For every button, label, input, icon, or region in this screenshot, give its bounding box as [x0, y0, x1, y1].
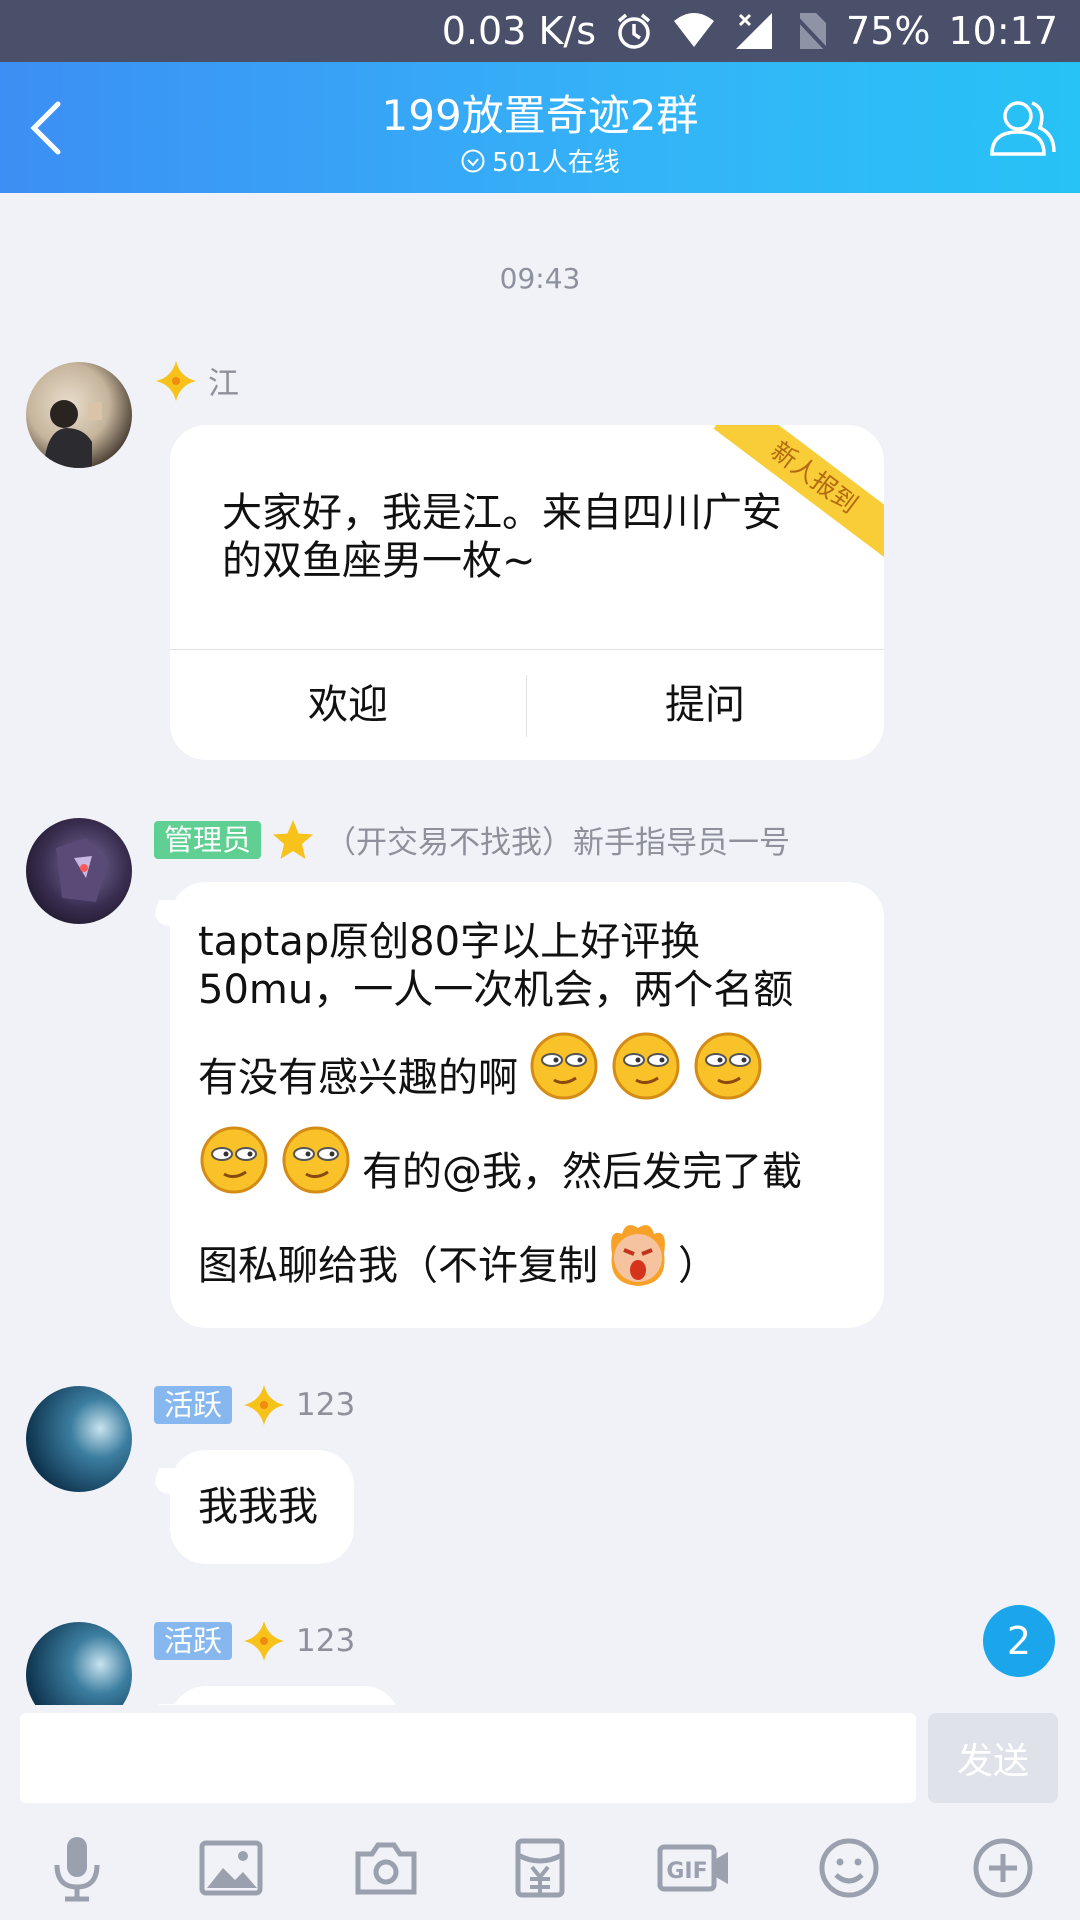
smug-emoji-icon — [282, 1126, 350, 1194]
time-separator: 09:43 — [499, 262, 581, 295]
group-title: 199放置奇迹2群 — [381, 91, 699, 140]
message-meta: 活跃 123 — [154, 1383, 355, 1427]
star-badge-icon — [244, 1385, 285, 1425]
message-meta: 活跃 123 — [154, 1619, 355, 1663]
image-icon — [199, 1840, 263, 1895]
members-icon — [990, 101, 1056, 156]
welcome-button[interactable]: 欢迎 — [170, 650, 526, 760]
card-text: 大家好，我是江。来自四川广安的双鱼座男一枚~ — [222, 490, 782, 584]
voice-button[interactable] — [32, 1823, 122, 1913]
message-line: 有的@我，然后发完了截 — [198, 1124, 868, 1196]
alarm-icon — [617, 13, 651, 49]
smug-emoji-icon — [200, 1126, 268, 1194]
red-packet-icon — [515, 1838, 565, 1897]
message-bubble[interactable] — [170, 1686, 400, 1705]
sender-name: 123 — [296, 1623, 356, 1659]
message-meta: 管理员 （开交易不找我）新手指导员一号 — [154, 817, 790, 862]
wifi-icon — [674, 13, 715, 47]
online-status: 501人在线 — [0, 142, 1080, 179]
active-tag: 活跃 — [154, 1386, 233, 1424]
message-text: 我我我 — [198, 1484, 318, 1530]
input-toolbar: GIF — [0, 1815, 1080, 1920]
star-icon — [273, 819, 314, 859]
active-tag: 活跃 — [154, 1622, 233, 1660]
avatar[interactable] — [26, 1386, 132, 1492]
message-text: 有的@我，然后发完了截 — [362, 1149, 802, 1195]
svg-text:GIF: GIF — [667, 1859, 708, 1884]
character-avatar — [56, 838, 108, 902]
no-sim-icon — [792, 13, 828, 51]
battery-level: 75% — [846, 9, 931, 53]
message-text: taptap原创80字以上好评换50mu，一人一次机会，两个名额 — [198, 919, 794, 1013]
emoji-button[interactable] — [804, 1823, 894, 1913]
plus-icon — [973, 1838, 1033, 1897]
network-speed: 0.03 K/s — [441, 9, 597, 53]
status-bar: 0.03 K/s 75% 10:17 — [0, 0, 1080, 62]
online-check-icon — [461, 149, 485, 172]
message-bubble[interactable]: 我我我 — [170, 1450, 354, 1564]
red-packet-button[interactable] — [495, 1823, 585, 1913]
online-count: 501人在线 — [492, 148, 620, 178]
input-bar: 发送 — [0, 1705, 1080, 1815]
message-text: ） — [678, 1243, 718, 1289]
signal-icon — [736, 13, 773, 49]
message-text: 图私聊给我（不许复制 — [198, 1243, 598, 1289]
star-badge-icon — [156, 360, 196, 401]
message-meta: 江 — [154, 358, 239, 403]
star-badge-icon — [244, 1621, 285, 1661]
camera-icon — [355, 1842, 417, 1894]
message-line: 图私聊给我（不许复制 ） — [198, 1218, 868, 1290]
chat-header: 199放置奇迹2群 501人在线 — [0, 62, 1080, 193]
smug-emoji-icon — [612, 1032, 680, 1100]
camera-button[interactable] — [341, 1823, 431, 1913]
angry-emoji-icon — [611, 1225, 665, 1286]
person-photo — [44, 400, 102, 468]
more-button[interactable] — [958, 1823, 1048, 1913]
message-input[interactable] — [20, 1713, 916, 1803]
message-text: 有没有感兴趣的啊 — [198, 1055, 518, 1101]
group-members-button[interactable] — [988, 94, 1058, 164]
avatar[interactable] — [26, 1622, 132, 1705]
avatar[interactable] — [26, 362, 132, 468]
clock: 10:17 — [948, 9, 1058, 53]
question-button[interactable]: 提问 — [527, 650, 883, 760]
microphone-icon — [54, 1836, 100, 1901]
smug-emoji-icon — [694, 1032, 762, 1100]
emoji-icon — [819, 1838, 879, 1897]
smug-emoji-icon — [530, 1032, 598, 1100]
sender-name: 江 — [208, 366, 239, 402]
unread-count-badge[interactable]: 2 — [983, 1605, 1055, 1677]
image-button[interactable] — [186, 1823, 276, 1913]
avatar[interactable] — [26, 818, 132, 924]
admin-tag: 管理员 — [154, 820, 262, 859]
sender-name: （开交易不找我）新手指导员一号 — [325, 825, 791, 861]
new-member-card: 新人报到 大家好，我是江。来自四川广安的双鱼座男一枚~ 欢迎 提问 — [170, 425, 884, 760]
sender-name: 123 — [296, 1387, 356, 1423]
gif-icon: GIF — [657, 1844, 729, 1891]
message-bubble[interactable]: taptap原创80字以上好评换50mu，一人一次机会，两个名额 有没有感兴趣的… — [170, 882, 884, 1328]
message-partial: 活跃 123 — [0, 1600, 1080, 1705]
gif-button[interactable]: GIF — [649, 1823, 739, 1913]
send-button[interactable]: 发送 — [928, 1713, 1058, 1803]
message-line: 有没有感兴趣的啊 — [198, 1030, 858, 1102]
